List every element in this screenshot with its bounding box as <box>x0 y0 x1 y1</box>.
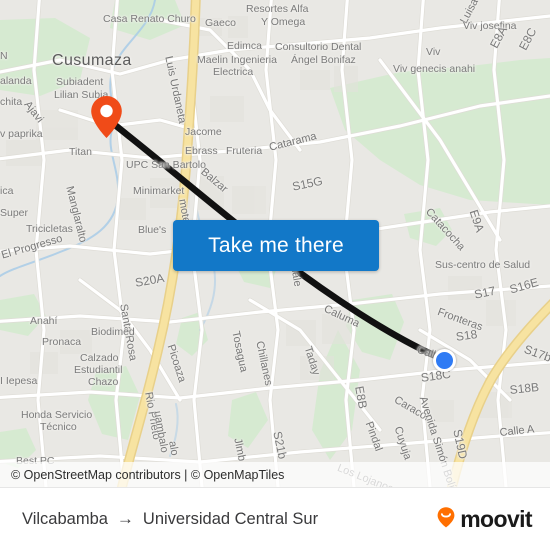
route-origin-label: Vilcabamba <box>22 509 108 528</box>
destination-dot[interactable] <box>433 349 456 372</box>
route-summary: Vilcabamba → Universidad Central Sur <box>22 509 318 529</box>
attribution-text: © OpenStreetMap contributors | © OpenMap… <box>11 467 285 482</box>
moovit-wordmark: moovit <box>460 505 532 532</box>
take-me-there-button[interactable]: Take me there <box>173 220 379 271</box>
origin-pin[interactable] <box>90 95 123 139</box>
arrow-right-icon: → <box>116 509 134 528</box>
route-destination-label: Universidad Central Sur <box>142 509 319 528</box>
map-canvas[interactable]: .rd { fill:none; stroke:#ffffff; stroke-… <box>0 0 550 487</box>
moovit-pin-icon <box>434 505 458 534</box>
moovit-route-preview: .rd { fill:none; stroke:#ffffff; stroke-… <box>0 0 550 550</box>
footer-bar: Vilcabamba → Universidad Central Sur moo… <box>0 487 550 550</box>
map-attribution: © OpenStreetMap contributors | © OpenMap… <box>0 462 550 487</box>
moovit-logo[interactable]: moovit <box>434 505 533 534</box>
